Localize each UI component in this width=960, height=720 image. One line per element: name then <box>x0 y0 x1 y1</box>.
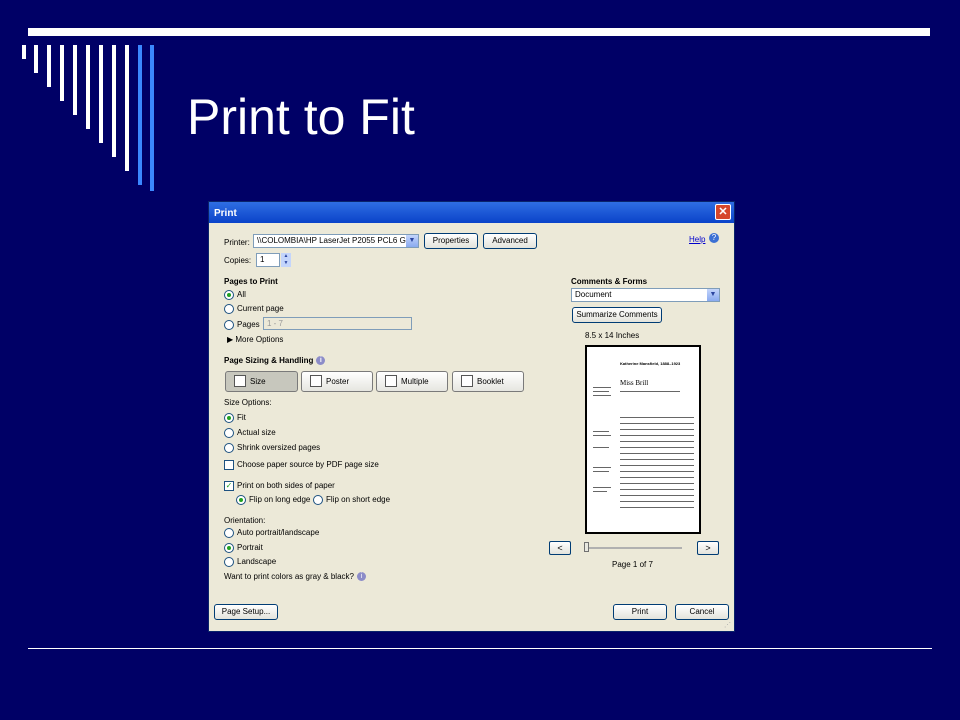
booklet-icon <box>461 375 473 387</box>
booklet-button[interactable]: Booklet <box>452 371 524 392</box>
info-icon[interactable]: i <box>316 356 326 366</box>
radio-landscape[interactable]: Landscape <box>224 557 276 567</box>
radio-fit-control[interactable] <box>224 413 234 423</box>
advanced-button[interactable]: Advanced <box>483 233 537 249</box>
page-slider-track[interactable] <box>584 547 682 549</box>
radio-auto-orientation[interactable]: Auto portrait/landscape <box>224 528 319 538</box>
chevron-down-icon: ▼ <box>406 235 418 247</box>
print-button[interactable]: Print <box>613 604 667 620</box>
summarize-comments-button[interactable]: Summarize Comments <box>572 307 662 323</box>
radio-all[interactable]: All <box>224 290 246 300</box>
checkbox-choose-source[interactable]: Choose paper source by PDF page size <box>224 460 379 470</box>
help-icon[interactable]: ? <box>709 233 719 243</box>
printer-label: Printer: <box>224 238 250 247</box>
radio-flip-long-control[interactable] <box>236 495 246 505</box>
close-button[interactable]: ✕ <box>715 204 731 220</box>
help-link[interactable]: Help <box>689 235 705 244</box>
slide-decorative-stripes <box>22 45 162 195</box>
prev-page-button[interactable]: < <box>549 541 571 555</box>
radio-flip-long[interactable]: Flip on long edge <box>236 495 310 505</box>
radio-shrink[interactable]: Shrink oversized pages <box>224 443 320 453</box>
page-setup-button[interactable]: Page Setup... <box>214 604 278 620</box>
preview-doc-title: Miss Brill <box>620 379 649 387</box>
dialog-titlebar: Print ✕ <box>209 202 734 223</box>
more-options-toggle[interactable]: ▶ More Options <box>227 335 283 344</box>
page-slider-thumb[interactable] <box>584 542 589 552</box>
orientation-label: Orientation: <box>224 516 266 525</box>
page-preview: Katherine Mansfield, 1888–1923 Miss Bril… <box>585 345 701 534</box>
slide-title: Print to Fit <box>187 89 415 145</box>
chevron-left-icon: < <box>557 543 563 553</box>
copies-input[interactable]: 1 <box>256 253 280 267</box>
radio-landscape-control[interactable] <box>224 557 234 567</box>
cancel-button[interactable]: Cancel <box>675 604 729 620</box>
close-icon: ✕ <box>718 206 728 218</box>
radio-fit[interactable]: Fit <box>224 413 246 423</box>
size-icon <box>234 375 246 387</box>
pages-range-input[interactable]: 1 - 7 <box>263 317 412 330</box>
page-indicator: Page 1 of 7 <box>612 560 653 569</box>
radio-portrait-control[interactable] <box>224 543 234 553</box>
checkbox-choose-source-control[interactable] <box>224 460 234 470</box>
pages-to-print-heading: Pages to Print <box>224 277 278 286</box>
preview-doc-author: Katherine Mansfield, 1888–1923 <box>620 361 681 366</box>
radio-pages-control[interactable] <box>224 320 234 330</box>
multiple-button[interactable]: Multiple <box>376 371 448 392</box>
print-dialog: Print ✕ Printer: \\COLOMBIA\HP LaserJet … <box>208 201 735 632</box>
radio-current-page[interactable]: Current page <box>224 304 284 314</box>
triangle-right-icon: ▶ <box>227 335 234 344</box>
printer-select[interactable]: \\COLOMBIA\HP LaserJet P2055 PCL6 Gae ▼ <box>253 234 419 248</box>
resize-grip-icon[interactable]: ⋰ <box>724 621 732 629</box>
chevron-down-icon: ▼ <box>707 289 719 301</box>
comments-heading: Comments & Forms <box>571 277 648 286</box>
info-icon[interactable]: i <box>356 572 366 582</box>
next-page-button[interactable]: > <box>697 541 719 555</box>
radio-shrink-control[interactable] <box>224 443 234 453</box>
dialog-title: Print <box>214 208 237 219</box>
sizing-heading: Page Sizing & Handling i <box>224 356 326 366</box>
radio-current-control[interactable] <box>224 304 234 314</box>
copies-stepper[interactable]: ▲ ▼ <box>281 253 291 267</box>
paper-size-label: 8.5 x 14 Inches <box>585 331 640 340</box>
radio-pages[interactable]: Pages <box>224 320 260 330</box>
multiple-icon <box>385 375 397 387</box>
size-button[interactable]: Size <box>225 371 298 392</box>
comments-select[interactable]: Document ▼ <box>571 288 720 302</box>
radio-flip-short[interactable]: Flip on short edge <box>313 495 390 505</box>
radio-all-control[interactable] <box>224 290 234 300</box>
checkbox-both-sides-control[interactable]: ✓ <box>224 481 234 491</box>
size-options-label: Size Options: <box>224 398 272 407</box>
slide-top-bar <box>28 28 930 36</box>
checkbox-both-sides[interactable]: ✓ Print on both sides of paper <box>224 481 335 491</box>
gray-question: Want to print colors as gray & black? i <box>224 572 366 582</box>
slide-bottom-line <box>28 648 932 649</box>
printer-value: \\COLOMBIA\HP LaserJet P2055 PCL6 Gae <box>257 236 415 245</box>
copies-label: Copies: <box>224 256 252 265</box>
poster-icon <box>310 375 322 387</box>
radio-actual-control[interactable] <box>224 428 234 438</box>
properties-button[interactable]: Properties <box>424 233 478 249</box>
chevron-right-icon: > <box>705 543 711 553</box>
radio-flip-short-control[interactable] <box>313 495 323 505</box>
radio-portrait[interactable]: Portrait <box>224 543 263 553</box>
radio-auto-control[interactable] <box>224 528 234 538</box>
poster-button[interactable]: Poster <box>301 371 373 392</box>
radio-actual-size[interactable]: Actual size <box>224 428 276 438</box>
